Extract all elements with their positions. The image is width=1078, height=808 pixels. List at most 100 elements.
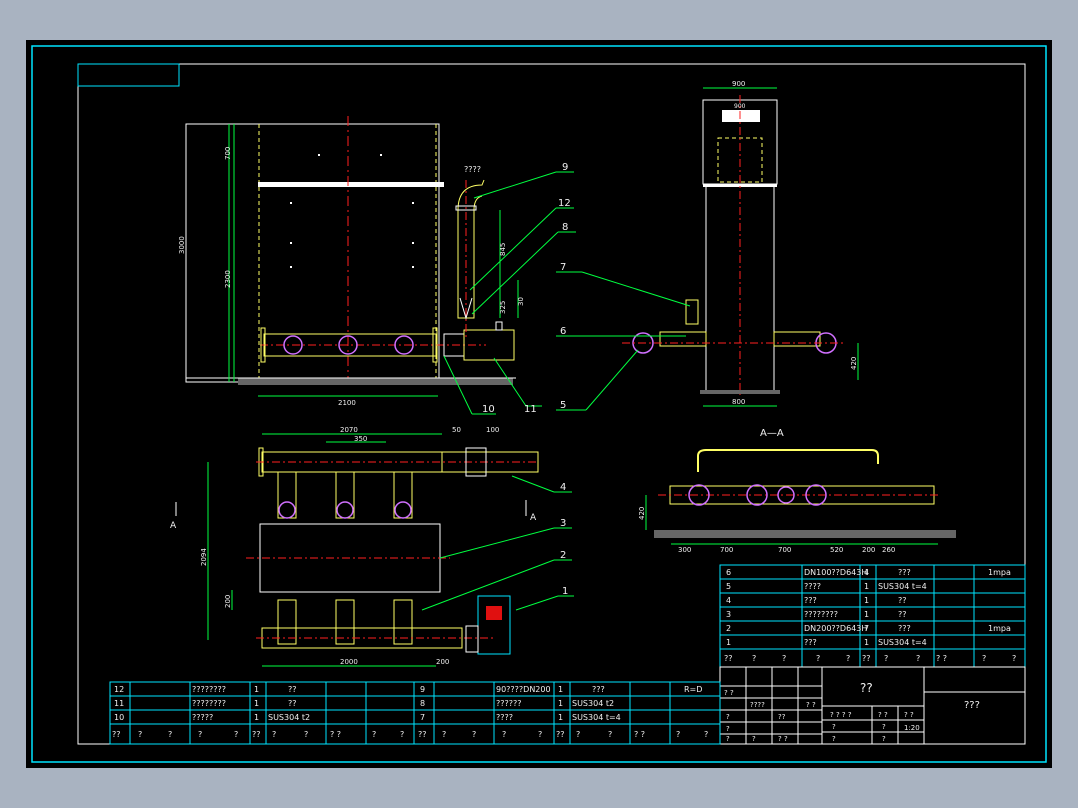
svg-text:?: ? — [982, 654, 986, 663]
svg-text:?: ? — [198, 730, 202, 739]
svg-text:1: 1 — [558, 685, 563, 694]
svg-text:1: 1 — [254, 699, 259, 708]
svg-text:?: ? — [816, 654, 820, 663]
plan-view: 2070 350 50 100 2094 200 2000 200 A A — [170, 426, 539, 667]
svg-text:? ?: ? ? — [778, 735, 788, 743]
svg-text:????: ???? — [496, 713, 513, 722]
svg-text:11: 11 — [114, 699, 124, 708]
svg-text:SUS304 t2: SUS304 t2 — [572, 699, 614, 708]
dim-845: 845 — [499, 243, 507, 256]
section-dim-260: 260 — [882, 546, 895, 554]
svg-text:?: ? — [752, 654, 756, 663]
svg-text:?: ? — [782, 654, 786, 663]
svg-text:DN100??D643H: DN100??D643H — [804, 568, 867, 577]
svg-text:? ?: ? ? — [330, 730, 341, 739]
svg-text:?: ? — [832, 723, 836, 731]
svg-text:?: ? — [538, 730, 542, 739]
drawing-name: ?? — [860, 681, 873, 695]
svg-text:??: ?? — [288, 685, 297, 694]
svg-text:1mpa: 1mpa — [988, 624, 1011, 633]
svg-text:1: 1 — [726, 638, 731, 647]
section-dim-700a: 700 — [720, 546, 733, 554]
svg-text:?: ? — [884, 654, 888, 663]
svg-text:?: ? — [832, 735, 836, 743]
dim-30: 30 — [517, 297, 525, 306]
svg-text:???: ??? — [804, 638, 817, 647]
side-dim-900: 900 — [732, 80, 745, 88]
svg-text:?: ? — [846, 654, 850, 663]
callout-3: 3 — [560, 518, 566, 529]
svg-text:2: 2 — [726, 624, 731, 633]
front-view: 3000 700 2300 2100 845 325 30 ???? — [178, 116, 525, 407]
svg-text:? ?: ? ? — [936, 654, 947, 663]
svg-text:1: 1 — [558, 699, 563, 708]
svg-text:? ?: ? ? — [724, 689, 734, 697]
svg-text:1: 1 — [254, 685, 259, 694]
svg-text:?: ? — [726, 725, 730, 733]
svg-text:?: ? — [442, 730, 446, 739]
section-dim-200: 200 — [862, 546, 875, 554]
svg-text:?: ? — [502, 730, 506, 739]
svg-text:?: ? — [882, 735, 886, 743]
section-view: A—A 420 300 700 700 520 200 260 — [638, 428, 956, 554]
callout-5: 5 — [560, 400, 566, 411]
svg-text:??: ?? — [778, 713, 786, 721]
section-mark-left: A — [170, 521, 177, 531]
section-dim-520: 520 — [830, 546, 843, 554]
svg-text:90????DN200: 90????DN200 — [496, 685, 551, 694]
svg-text:???: ??? — [804, 596, 817, 605]
svg-text:1: 1 — [864, 610, 869, 619]
svg-text:???: ??? — [898, 624, 911, 633]
svg-text:????????: ???????? — [192, 699, 226, 708]
svg-text:3: 3 — [726, 610, 731, 619]
svg-text:1mpa: 1mpa — [988, 568, 1011, 577]
side-view: 900 900 800 420 — [622, 80, 859, 407]
svg-text:1: 1 — [254, 713, 259, 722]
svg-text:?: ? — [472, 730, 476, 739]
plan-dim-2094: 2094 — [200, 548, 208, 566]
outer-frame — [31, 45, 1047, 763]
svg-text:???: ??? — [898, 568, 911, 577]
svg-text:SUS304 t2: SUS304 t2 — [268, 713, 310, 722]
callouts — [421, 171, 691, 611]
svg-text:?: ? — [726, 735, 730, 743]
pipe-label: ???? — [464, 165, 481, 174]
svg-text:?: ? — [272, 730, 276, 739]
svg-text:?: ? — [608, 730, 612, 739]
svg-text:????????: ???????? — [192, 685, 226, 694]
svg-text:10: 10 — [114, 713, 124, 722]
plan-dim-350: 350 — [354, 435, 367, 443]
drawing-sheet: 3000 700 2300 2100 845 325 30 ???? 900 9… — [26, 40, 1052, 768]
svg-text:??: ?? — [556, 730, 565, 739]
svg-text:?: ? — [304, 730, 308, 739]
cad-drawing: 3000 700 2300 2100 845 325 30 ???? 900 9… — [31, 45, 1047, 763]
callout-12: 12 — [558, 198, 571, 209]
svg-text:?: ? — [704, 730, 708, 739]
plan-dim-200: 200 — [224, 595, 232, 608]
svg-text:9: 9 — [420, 685, 425, 694]
scale: 1:20 — [904, 724, 920, 732]
svg-text:?????: ????? — [192, 713, 213, 722]
svg-text:8: 8 — [420, 699, 425, 708]
dim-700: 700 — [224, 147, 232, 160]
svg-text:? ?: ? ? — [806, 701, 816, 709]
callout-4: 4 — [560, 482, 566, 493]
svg-text:?: ? — [676, 730, 680, 739]
svg-text:??: ?? — [898, 610, 907, 619]
svg-text:?: ? — [726, 713, 730, 721]
svg-text:??: ?? — [418, 730, 427, 739]
svg-text:?: ? — [234, 730, 238, 739]
callout-8: 8 — [562, 222, 568, 233]
svg-text:??: ?? — [252, 730, 261, 739]
callout-10: 10 — [482, 404, 495, 415]
svg-text:???: ??? — [592, 685, 605, 694]
company-name: ??? — [964, 700, 980, 711]
section-dim-300: 300 — [678, 546, 691, 554]
svg-text:7: 7 — [420, 713, 425, 722]
svg-text:?: ? — [168, 730, 172, 739]
svg-text:6: 6 — [726, 568, 731, 577]
svg-text:SUS304 t=4: SUS304 t=4 — [878, 638, 927, 647]
section-dim-700b: 700 — [778, 546, 791, 554]
bom-left-rows: 12 ???????? 1 ?? 11 ???????? 1 ?? 10 ???… — [112, 685, 708, 739]
svg-text:4: 4 — [864, 568, 869, 577]
